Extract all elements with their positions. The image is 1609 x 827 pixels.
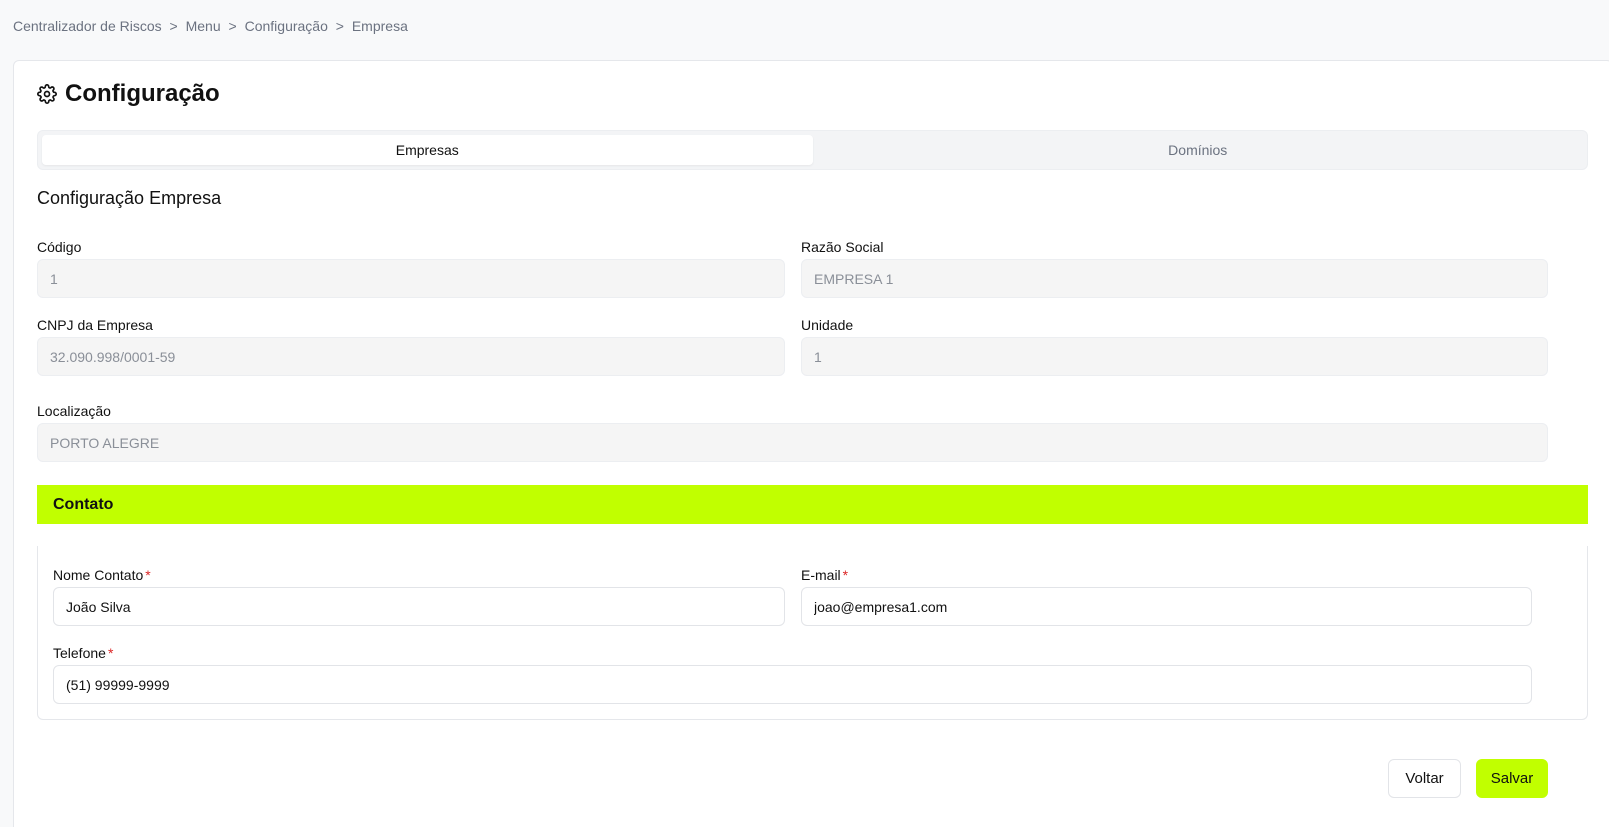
breadcrumb-separator: > xyxy=(169,18,178,34)
tab-empresas[interactable]: Empresas xyxy=(42,135,813,165)
tab-dominios[interactable]: Domínios xyxy=(813,135,1584,165)
breadcrumb-item-menu[interactable]: Menu xyxy=(186,18,221,34)
breadcrumb-separator: > xyxy=(228,18,237,34)
nome-contato-label: Nome Contato * xyxy=(53,567,151,583)
localizacao-field[interactable] xyxy=(37,423,1548,462)
email-input[interactable] xyxy=(801,587,1532,626)
email-label-text: E-mail xyxy=(801,567,841,583)
email-label: E-mail * xyxy=(801,567,848,583)
cnpj-field[interactable] xyxy=(37,337,785,376)
required-mark: * xyxy=(107,645,114,661)
tab-bar: Empresas Domínios xyxy=(37,130,1588,170)
codigo-label: Código xyxy=(37,239,82,255)
breadcrumb-item-root[interactable]: Centralizador de Riscos xyxy=(13,18,162,34)
cnpj-label: CNPJ da Empresa xyxy=(37,317,153,333)
page-title: Configuração xyxy=(65,80,220,107)
localizacao-label: Localização xyxy=(37,403,111,419)
required-mark: * xyxy=(842,567,849,583)
breadcrumb-separator: > xyxy=(335,18,344,34)
breadcrumb-item-configuracao[interactable]: Configuração xyxy=(245,18,328,34)
nome-contato-input[interactable] xyxy=(53,587,785,626)
contato-title: Contato xyxy=(53,495,114,513)
codigo-field[interactable] xyxy=(37,259,785,298)
nome-contato-label-text: Nome Contato xyxy=(53,567,144,583)
gear-icon xyxy=(37,84,57,104)
breadcrumb: Centralizador de Riscos > Menu > Configu… xyxy=(13,18,408,34)
save-button[interactable]: Salvar xyxy=(1476,759,1548,798)
unidade-label: Unidade xyxy=(801,317,854,333)
page-header: Configuração xyxy=(37,80,220,108)
back-button[interactable]: Voltar xyxy=(1388,759,1461,798)
required-mark: * xyxy=(145,567,151,583)
telefone-input[interactable] xyxy=(53,665,1532,704)
razao-social-label: Razão Social xyxy=(801,239,884,255)
telefone-label-text: Telefone xyxy=(53,645,106,661)
contato-section-header: Contato xyxy=(37,485,1588,524)
unidade-field[interactable] xyxy=(801,337,1548,376)
razao-social-field[interactable] xyxy=(801,259,1548,298)
telefone-label: Telefone * xyxy=(53,645,113,661)
breadcrumb-item-empresa: Empresa xyxy=(351,18,408,34)
section-title: Configuração Empresa xyxy=(37,188,222,208)
